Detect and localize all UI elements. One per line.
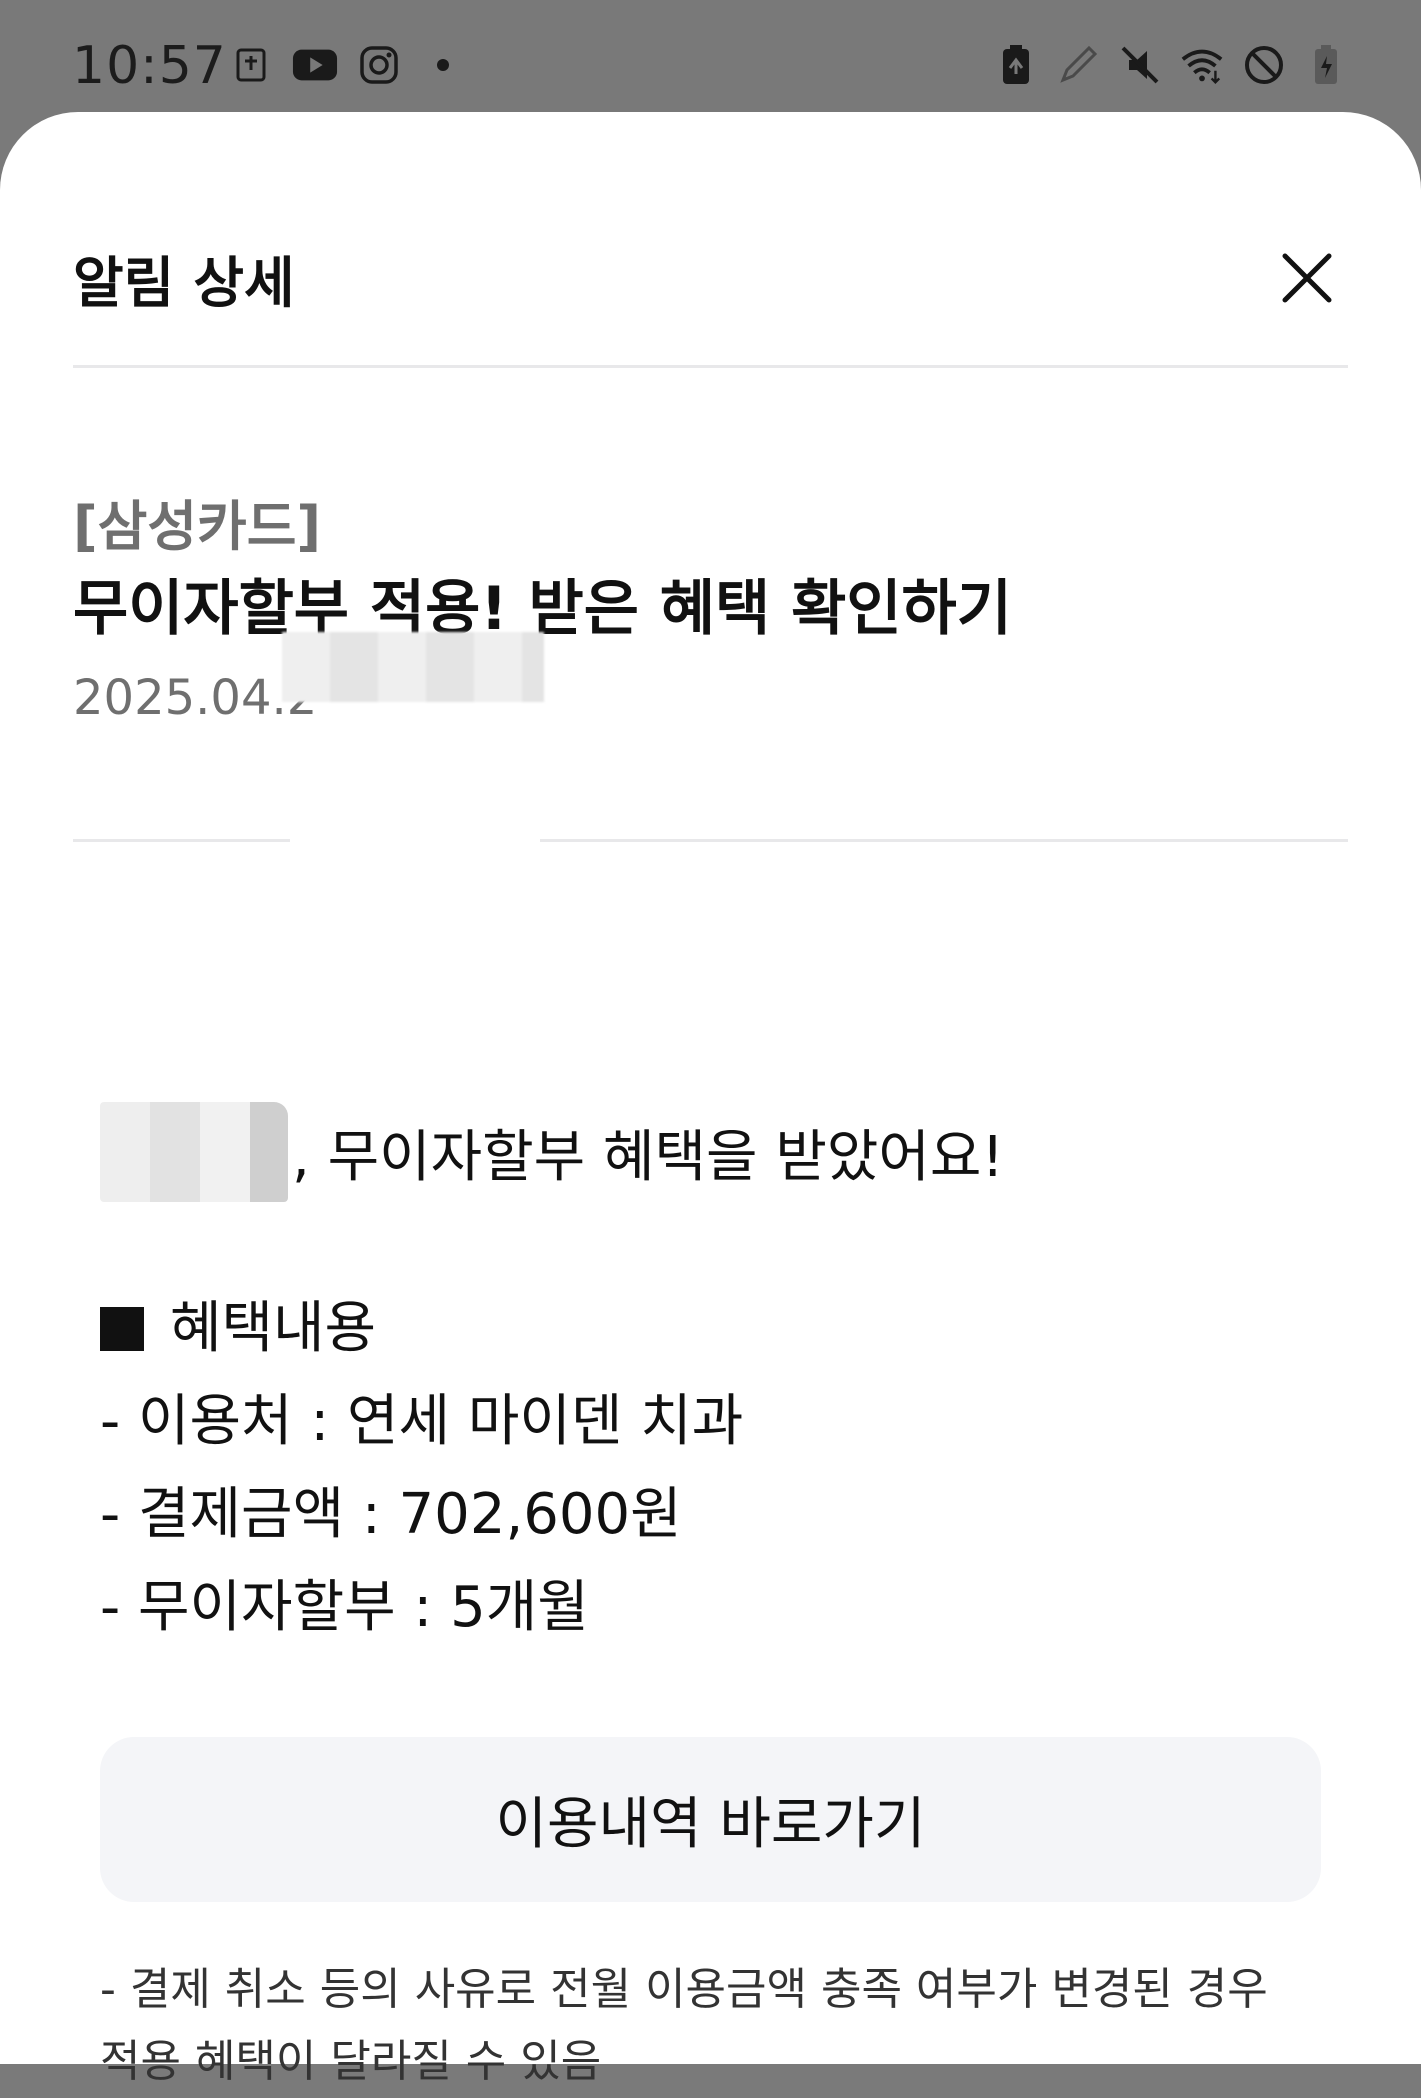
benefit-details: 혜택내용 - 이용처 : 연세 마이덴 치과 - 결제금액 : 702,600원… [100,1282,743,1654]
benefit-line-merchant: - 이용처 : 연세 마이덴 치과 [100,1389,744,1454]
notice-line: 적용 혜택이 달라질 수 있음 [100,2036,602,2087]
notice-line: - 결제 취소 등의 사유로 전월 이용금액 충족 여부가 변경된 경우 [100,1964,1268,2015]
benefit-heading: 혜택내용 [100,1282,743,1375]
bible-app-icon [228,42,274,88]
notification-date: 2025.04.2 [73,670,318,726]
benefit-line-installment: - 무이자할부 : 5개월 [100,1575,589,1640]
close-icon [1282,253,1332,303]
redacted-name [100,1102,288,1202]
status-left-icons [228,42,466,88]
battery-charging-icon [1303,42,1349,88]
close-button[interactable] [1277,248,1337,308]
notification-sender: [삼성카드] [73,495,322,558]
status-time: 10:57 [72,36,227,96]
redacted-area [290,742,540,1000]
benefit-heading-text: 혜택내용 [170,1296,377,1361]
greeting-line: , 무이자할부 혜택을 받았어요! [100,1102,1004,1202]
header-divider [73,365,1348,368]
status-right-icons [993,42,1349,88]
notification-detail-sheet: 알림 상세 [삼성카드] 무이자할부 적용! 받은 혜택 확인하기 2025.0… [0,112,1421,2087]
wifi-icon [1179,42,1225,88]
view-usage-history-button[interactable]: 이용내역 바로가기 [100,1737,1321,1902]
content-divider [73,839,1348,842]
instagram-icon [356,42,402,88]
redacted-area [282,632,544,702]
square-bullet-icon [100,1307,144,1351]
youtube-icon [292,42,338,88]
do-not-disturb-icon [1241,42,1287,88]
notification-dot-icon [420,42,466,88]
notice-text: - 결제 취소 등의 사유로 전월 이용금액 충족 여부가 변경된 경우 적용 … [100,1954,1350,2098]
status-bar: 10:57 [0,0,1421,130]
battery-saver-icon [993,42,1039,88]
pen-icon [1055,42,1101,88]
greeting-text: , 무이자할부 혜택을 받았어요! [292,1124,1004,1190]
mute-icon [1117,42,1163,88]
benefit-line-amount: - 결제금액 : 702,600원 [100,1482,682,1547]
sheet-title: 알림 상세 [73,251,295,315]
